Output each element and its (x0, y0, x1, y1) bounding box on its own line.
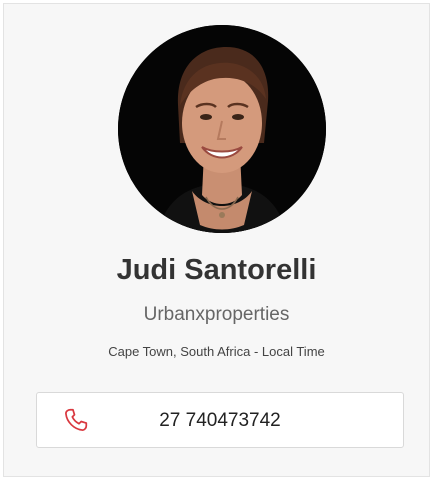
phone-number: 27 740473742 (159, 410, 281, 431)
agent-company[interactable]: Urbanxproperties (4, 303, 429, 327)
agent-location-time: Cape Town, South Africa - Local Time (108, 344, 325, 359)
profile-photo-icon (118, 25, 326, 233)
call-phone-button[interactable]: 27 740473742 (36, 392, 404, 448)
agent-name: Judi Santorelli (116, 254, 317, 286)
agent-profile-card: Judi Santorelli Urbanxproperties Cape To… (3, 3, 430, 477)
avatar (118, 25, 326, 233)
